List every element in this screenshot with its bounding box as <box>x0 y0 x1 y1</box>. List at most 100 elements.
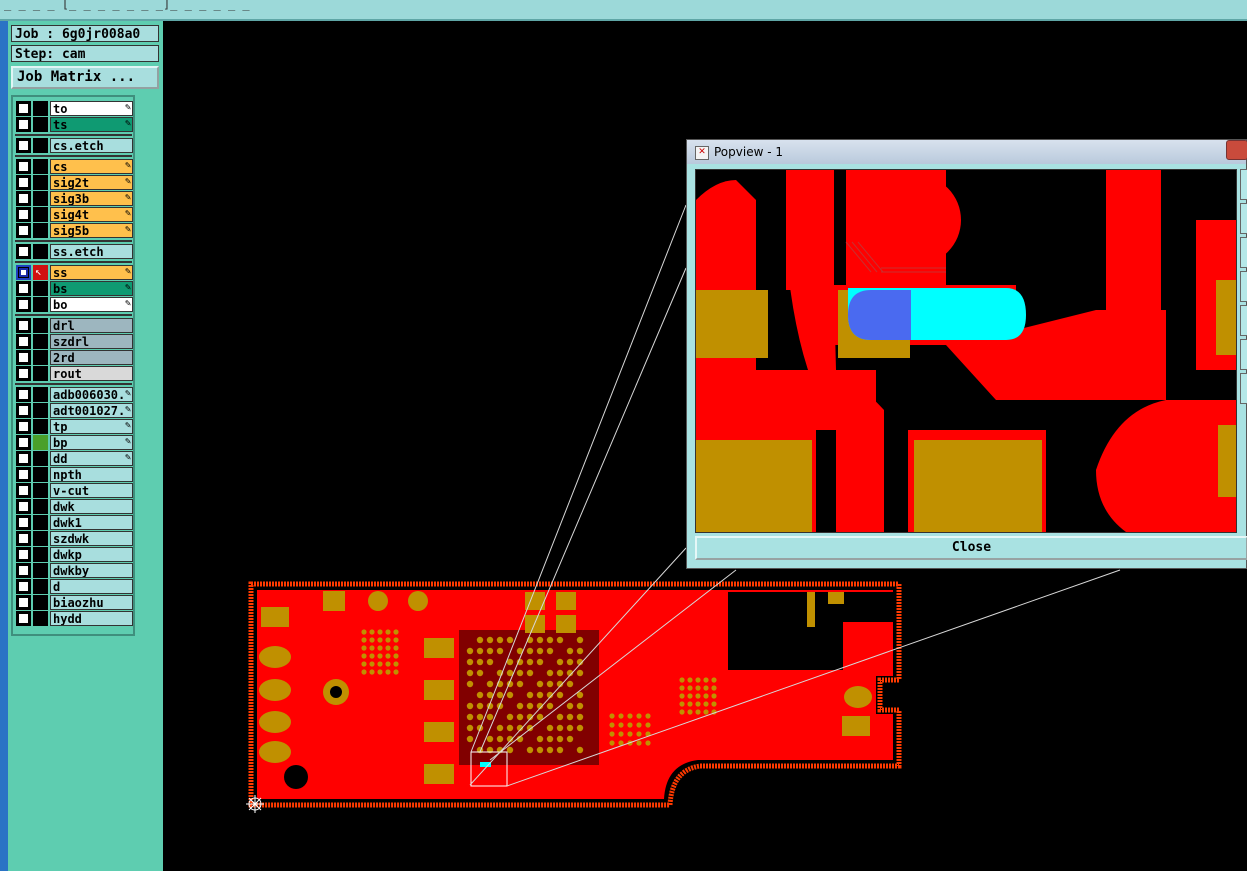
layer-name[interactable]: 2rd <box>50 350 133 365</box>
layer-row-sig3b[interactable]: sig3b ✎ <box>16 191 133 206</box>
layer-checkbox[interactable] <box>18 565 29 576</box>
layer-checkbox[interactable] <box>18 597 29 608</box>
layer-name[interactable]: to <box>50 101 133 116</box>
layer-checkbox[interactable] <box>18 581 29 592</box>
layer-name[interactable]: sig4t <box>50 207 133 222</box>
layer-name[interactable]: hydd <box>50 611 133 626</box>
layer-row-dwk[interactable]: dwk <box>16 499 133 514</box>
layer-affected-box[interactable] <box>33 483 48 498</box>
layer-affected-box[interactable] <box>33 467 48 482</box>
layer-name[interactable]: d <box>50 579 133 594</box>
layer-row-ss-etch[interactable]: ss.etch <box>16 244 133 259</box>
layer-checkbox[interactable] <box>18 299 29 310</box>
layer-checkbox[interactable] <box>18 103 29 114</box>
layer-name[interactable]: ss.etch <box>50 244 133 259</box>
layer-row-npth[interactable]: npth <box>16 467 133 482</box>
layer-row-ss[interactable]: ↖ ss ✎ <box>16 265 133 280</box>
layer-name[interactable]: dwk1 <box>50 515 133 530</box>
layer-affected-box[interactable] <box>33 419 48 434</box>
layer-affected-box[interactable] <box>33 499 48 514</box>
layer-checkbox[interactable] <box>18 320 29 331</box>
layer-affected-box[interactable] <box>33 366 48 381</box>
layer-name[interactable]: bo <box>50 297 133 312</box>
layer-checkbox[interactable] <box>18 225 29 236</box>
layer-checkbox[interactable] <box>18 533 29 544</box>
layer-row-cs-etch[interactable]: cs.etch <box>16 138 133 153</box>
layer-affected-box[interactable] <box>33 334 48 349</box>
layer-affected-box[interactable] <box>33 244 48 259</box>
layer-checkbox[interactable] <box>18 209 29 220</box>
layer-affected-box[interactable] <box>33 403 48 418</box>
layer-row-sig4t[interactable]: sig4t ✎ <box>16 207 133 222</box>
layer-affected-box[interactable] <box>33 451 48 466</box>
layer-row-dwkby[interactable]: dwkby <box>16 563 133 578</box>
layer-row-adt001027-[interactable]: adt001027. ✎ <box>16 403 133 418</box>
popview-zoom-view[interactable] <box>695 169 1237 533</box>
layer-affected-box[interactable] <box>33 318 48 333</box>
layer-checkbox[interactable] <box>18 453 29 464</box>
popview-titlebar[interactable]: ✕ Popview - 1 <box>687 140 1246 164</box>
layer-row-dwk1[interactable]: dwk1 <box>16 515 133 530</box>
layer-name[interactable]: szdrl <box>50 334 133 349</box>
layer-name[interactable]: biaozhu <box>50 595 133 610</box>
layer-checkbox[interactable] <box>18 140 29 151</box>
layer-checkbox[interactable] <box>18 283 29 294</box>
layer-name[interactable]: dwkby <box>50 563 133 578</box>
layer-affected-box[interactable] <box>33 579 48 594</box>
layer-row-bp[interactable]: bp ✎ <box>16 435 133 450</box>
layer-checkbox[interactable] <box>18 501 29 512</box>
layer-name[interactable]: cs <box>50 159 133 174</box>
layer-checkbox[interactable] <box>18 549 29 560</box>
layer-name[interactable]: dd <box>50 451 133 466</box>
layer-name[interactable]: adt001027. <box>50 403 133 418</box>
layer-checkbox[interactable] <box>18 267 29 278</box>
active-layer-arrow-icon[interactable]: ↖ <box>33 265 48 280</box>
layer-name[interactable]: drl <box>50 318 133 333</box>
layer-name[interactable]: ss <box>50 265 133 280</box>
layer-affected-box[interactable] <box>33 531 48 546</box>
layer-name[interactable]: dwk <box>50 499 133 514</box>
window-close-icon[interactable] <box>1226 140 1247 160</box>
popview-window[interactable]: ✕ Popview - 1 Close <box>686 139 1247 569</box>
layer-checkbox[interactable] <box>18 368 29 379</box>
layer-checkbox[interactable] <box>18 613 29 624</box>
layer-name[interactable]: szdwk <box>50 531 133 546</box>
layer-name[interactable]: bp <box>50 435 133 450</box>
layer-name[interactable]: sig3b <box>50 191 133 206</box>
layer-name[interactable]: adb006030. <box>50 387 133 402</box>
layer-checkbox[interactable] <box>18 336 29 347</box>
layer-affected-box[interactable] <box>33 547 48 562</box>
layer-name[interactable]: v-cut <box>50 483 133 498</box>
popview-tool-button[interactable] <box>1240 271 1247 302</box>
layer-row-drl[interactable]: drl <box>16 318 133 333</box>
layer-checkbox[interactable] <box>18 517 29 528</box>
layer-affected-box[interactable] <box>33 101 48 116</box>
layer-checkbox[interactable] <box>18 421 29 432</box>
popview-tool-button[interactable] <box>1240 373 1247 404</box>
layer-affected-box[interactable] <box>33 175 48 190</box>
layer-row-bs[interactable]: bs ✎ <box>16 281 133 296</box>
layer-name[interactable]: dwkp <box>50 547 133 562</box>
layer-row-adb006030-[interactable]: adb006030. ✎ <box>16 387 133 402</box>
layer-name[interactable]: npth <box>50 467 133 482</box>
layer-affected-box[interactable] <box>33 297 48 312</box>
layer-row-to[interactable]: to ✎ <box>16 101 133 116</box>
layer-row-hydd[interactable]: hydd <box>16 611 133 626</box>
popview-tool-button[interactable] <box>1240 169 1247 200</box>
layer-name[interactable]: cs.etch <box>50 138 133 153</box>
layer-name[interactable]: sig2t <box>50 175 133 190</box>
layer-checkbox[interactable] <box>18 119 29 130</box>
layer-name[interactable]: ts <box>50 117 133 132</box>
layer-row-tp[interactable]: tp ✎ <box>16 419 133 434</box>
layer-checkbox[interactable] <box>18 485 29 496</box>
layer-row-dd[interactable]: dd ✎ <box>16 451 133 466</box>
layer-checkbox[interactable] <box>18 177 29 188</box>
layer-checkbox[interactable] <box>18 389 29 400</box>
layer-row-d[interactable]: d <box>16 579 133 594</box>
layer-checkbox[interactable] <box>18 246 29 257</box>
popview-tool-button[interactable] <box>1240 237 1247 268</box>
layer-checkbox[interactable] <box>18 352 29 363</box>
popview-tool-button[interactable] <box>1240 305 1247 336</box>
layer-checkbox[interactable] <box>18 405 29 416</box>
layer-affected-box[interactable] <box>33 387 48 402</box>
